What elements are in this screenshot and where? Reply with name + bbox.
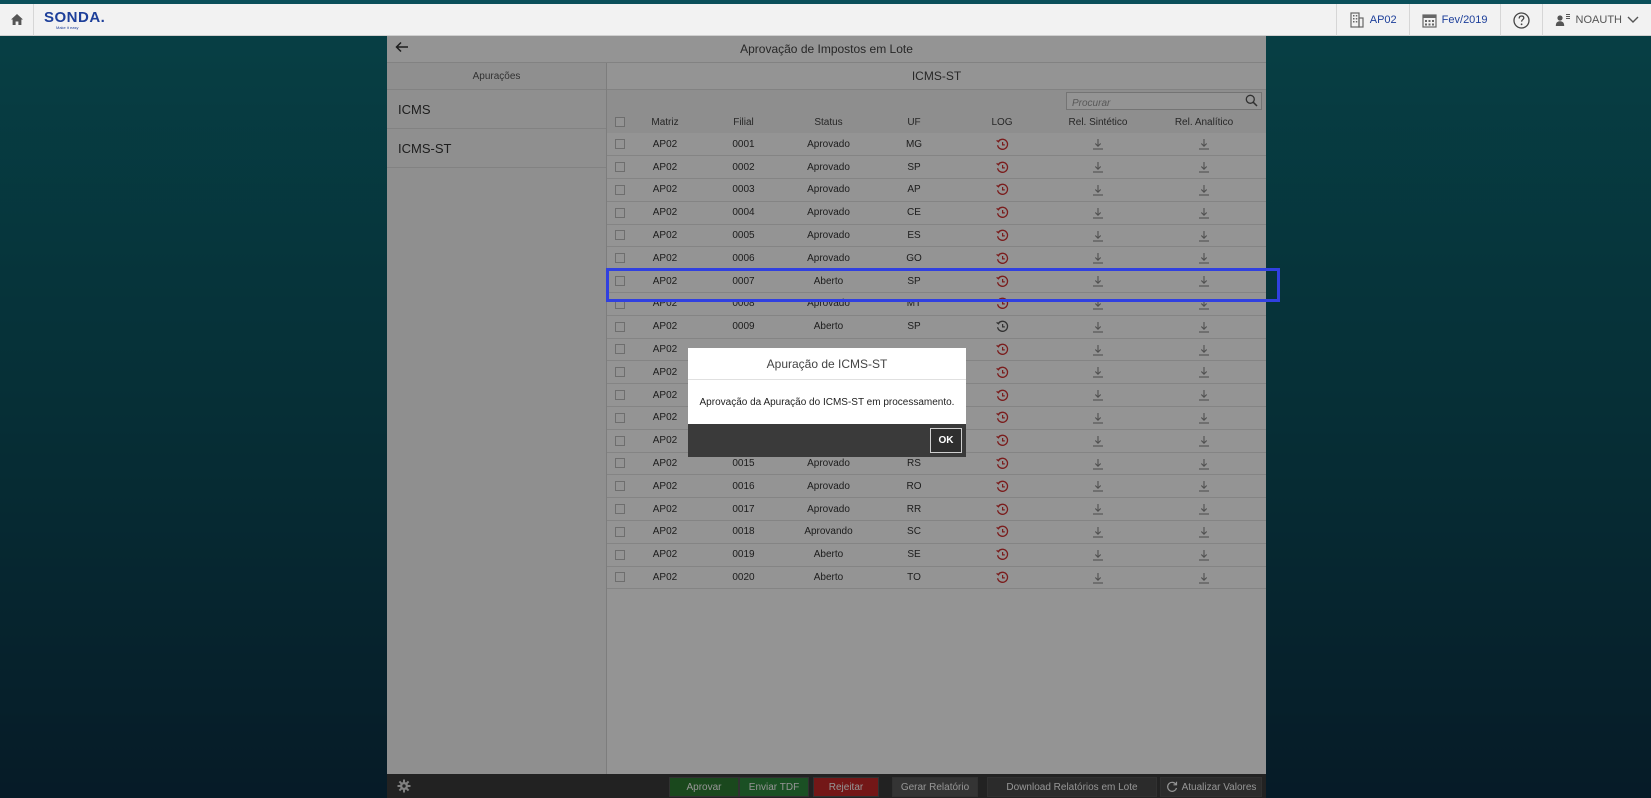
user-menu[interactable]: NOAUTH — [1541, 4, 1651, 36]
user-name: NOAUTH — [1575, 14, 1622, 26]
topbar-right: AP02 Fev/2019 NOAUTH — [1335, 4, 1651, 36]
chevron-down-icon — [1627, 16, 1639, 23]
ok-button[interactable]: OK — [930, 428, 962, 453]
dialog-footer: OK — [688, 424, 966, 457]
help-icon — [1512, 11, 1530, 29]
help-button[interactable] — [1499, 4, 1542, 36]
highlighted-row-outline — [606, 268, 1280, 302]
top-bar: SONDA. Make it easy AP02 Fev/2019 NOAUTH — [0, 3, 1651, 36]
logo-subtext: Make it easy — [56, 24, 79, 30]
calendar-icon — [1422, 13, 1437, 28]
logo-text: SONDA. — [44, 8, 106, 26]
dialog-message: Aprovação da Apuração do ICMS-ST em proc… — [699, 396, 955, 408]
user-icon — [1555, 14, 1570, 26]
building-icon — [1350, 12, 1364, 28]
sonda-logo: SONDA. Make it easy — [44, 10, 105, 30]
company-selector[interactable]: AP02 — [1335, 4, 1409, 36]
home-button[interactable] — [0, 3, 34, 36]
home-icon — [10, 14, 23, 25]
processing-dialog: Apuração de ICMS-ST Aprovação da Apuraçã… — [688, 348, 966, 457]
company-label: AP02 — [1369, 14, 1397, 26]
dialog-title: Apuração de ICMS-ST — [688, 348, 966, 380]
period-label: Fev/2019 — [1441, 14, 1488, 26]
period-selector[interactable]: Fev/2019 — [1408, 4, 1500, 36]
